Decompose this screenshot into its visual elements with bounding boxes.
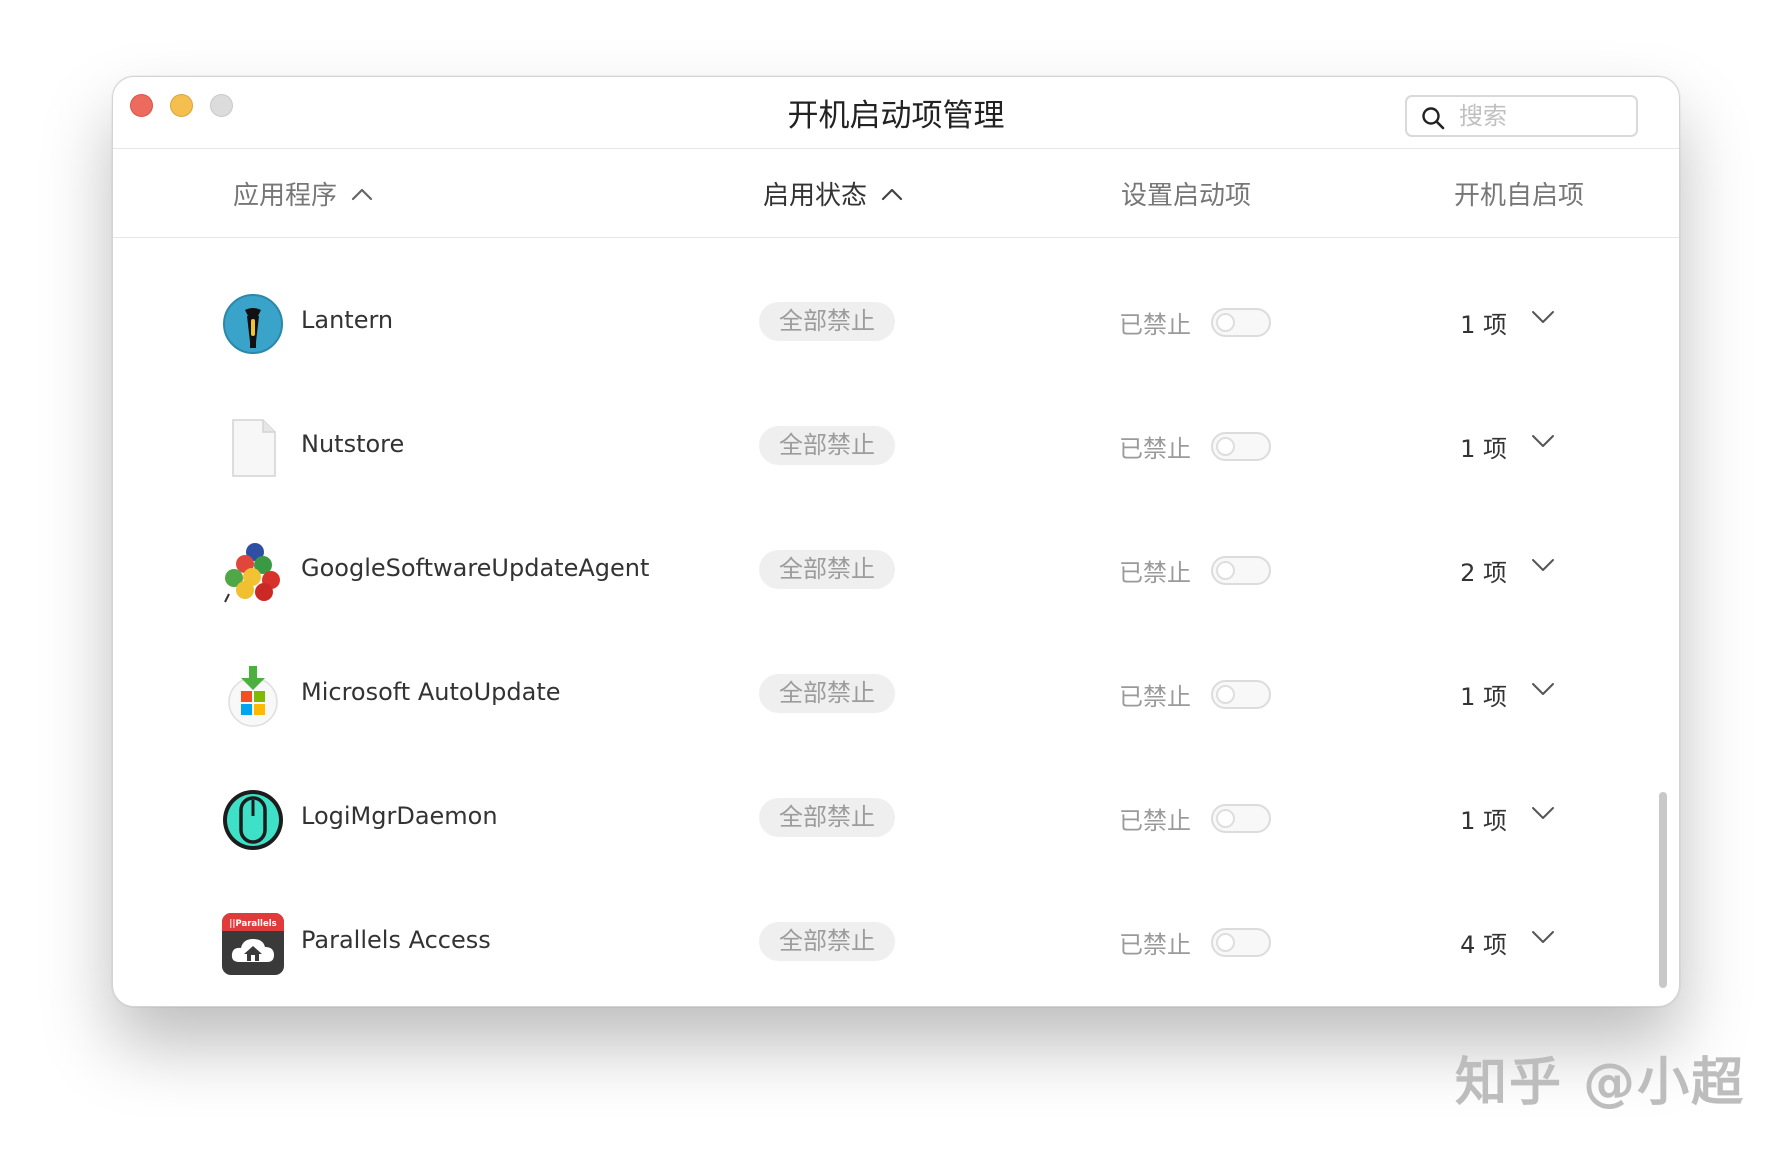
startup-toggle[interactable] xyxy=(1211,556,1271,585)
autostart-count: 1 项 xyxy=(1460,311,1507,339)
toggle-knob xyxy=(1216,561,1235,580)
table-row: LogiMgrDaemon 全部禁止 已禁止 1 项 xyxy=(113,758,1679,878)
setting-status-label: 已禁止 xyxy=(1119,435,1191,463)
status-badge[interactable]: 全部禁止 xyxy=(759,922,895,961)
search-icon xyxy=(1422,107,1445,130)
toggle-knob xyxy=(1216,685,1235,704)
autostart-count: 2 项 xyxy=(1460,559,1507,587)
column-header-status[interactable]: 启用状态 xyxy=(763,175,903,212)
chevron-down-icon[interactable] xyxy=(1531,682,1555,696)
setting-status-label: 已禁止 xyxy=(1119,931,1191,959)
table-row: Microsoft AutoUpdate 全部禁止 已禁止 1 项 xyxy=(113,634,1679,754)
chevron-down-icon[interactable] xyxy=(1531,806,1555,820)
parallels-access-icon-text: ||Parallels xyxy=(229,919,276,929)
status-badge[interactable]: 全部禁止 xyxy=(759,302,895,341)
chevron-down-icon[interactable] xyxy=(1531,434,1555,448)
chevron-down-icon[interactable] xyxy=(1531,558,1555,572)
chevron-down-icon[interactable] xyxy=(1531,930,1555,944)
app-name: Microsoft AutoUpdate xyxy=(301,678,561,706)
app-name: LogiMgrDaemon xyxy=(301,802,498,830)
app-list: Lantern 全部禁止 已禁止 1 项 Nutstore 全部禁止 已禁止 1… xyxy=(113,238,1679,1006)
column-header-status-label: 启用状态 xyxy=(763,181,868,211)
column-header-autostart: 开机自启项 xyxy=(1454,181,1585,211)
autostart-count: 1 项 xyxy=(1460,807,1507,835)
table-row: GoogleSoftwareUpdateAgent 全部禁止 已禁止 2 项 xyxy=(113,510,1679,630)
autostart-count: 1 项 xyxy=(1460,683,1507,711)
setting-status-label: 已禁止 xyxy=(1119,807,1191,835)
title-bar: 开机启动项管理 xyxy=(113,77,1679,149)
status-badge[interactable]: 全部禁止 xyxy=(759,674,895,713)
setting-status-label: 已禁止 xyxy=(1119,311,1191,339)
app-name: Nutstore xyxy=(301,430,405,458)
autostart-count: 4 项 xyxy=(1460,931,1507,959)
app-name: Parallels Access xyxy=(301,926,491,954)
app-name: Lantern xyxy=(301,306,394,334)
column-header-apps[interactable]: 应用程序 xyxy=(233,175,373,212)
app-name: GoogleSoftwareUpdateAgent xyxy=(301,554,650,582)
startup-toggle[interactable] xyxy=(1211,308,1271,337)
table-row: Nutstore 全部禁止 已禁止 1 项 xyxy=(113,386,1679,506)
setting-status-label: 已禁止 xyxy=(1119,683,1191,711)
sort-ascending-icon xyxy=(881,188,903,200)
table-row: Lantern 全部禁止 已禁止 1 项 xyxy=(113,262,1679,382)
column-header-setting: 设置启动项 xyxy=(1121,181,1252,211)
vertical-scrollbar[interactable] xyxy=(1659,792,1667,988)
status-badge[interactable]: 全部禁止 xyxy=(759,550,895,589)
lantern-icon xyxy=(223,294,283,354)
logitech-mouse-icon xyxy=(223,790,283,850)
colored-balls-icon xyxy=(224,543,280,603)
autostart-count: 1 项 xyxy=(1460,435,1507,463)
setting-status-label: 已禁止 xyxy=(1119,559,1191,587)
status-badge[interactable]: 全部禁止 xyxy=(759,798,895,837)
column-header-apps-label: 应用程序 xyxy=(233,181,338,211)
status-badge[interactable]: 全部禁止 xyxy=(759,426,895,465)
sort-ascending-icon xyxy=(351,188,373,200)
microsoft-autoupdate-icon xyxy=(228,666,278,727)
watermark: 知乎 @小超 xyxy=(1455,1053,1746,1113)
chevron-down-icon[interactable] xyxy=(1531,310,1555,324)
toggle-knob xyxy=(1216,437,1235,456)
app-window: 开机启动项管理 应用程序 启用状态 设置启动项 开机自启项 xyxy=(112,76,1680,1007)
toggle-knob xyxy=(1216,809,1235,828)
search-box[interactable] xyxy=(1405,95,1638,137)
table-header: 应用程序 启用状态 设置启动项 开机自启项 xyxy=(113,149,1679,238)
startup-toggle[interactable] xyxy=(1211,804,1271,833)
startup-toggle[interactable] xyxy=(1211,432,1271,461)
search-input[interactable] xyxy=(1459,99,1629,133)
startup-toggle[interactable] xyxy=(1211,680,1271,709)
toggle-knob xyxy=(1216,313,1235,332)
startup-toggle[interactable] xyxy=(1211,928,1271,957)
toggle-knob xyxy=(1216,933,1235,952)
table-row: ||Parallels Parallels Access 全部禁止 已禁止 4 … xyxy=(113,882,1679,1002)
document-icon xyxy=(232,419,276,477)
parallels-access-icon: ||Parallels xyxy=(222,913,284,975)
